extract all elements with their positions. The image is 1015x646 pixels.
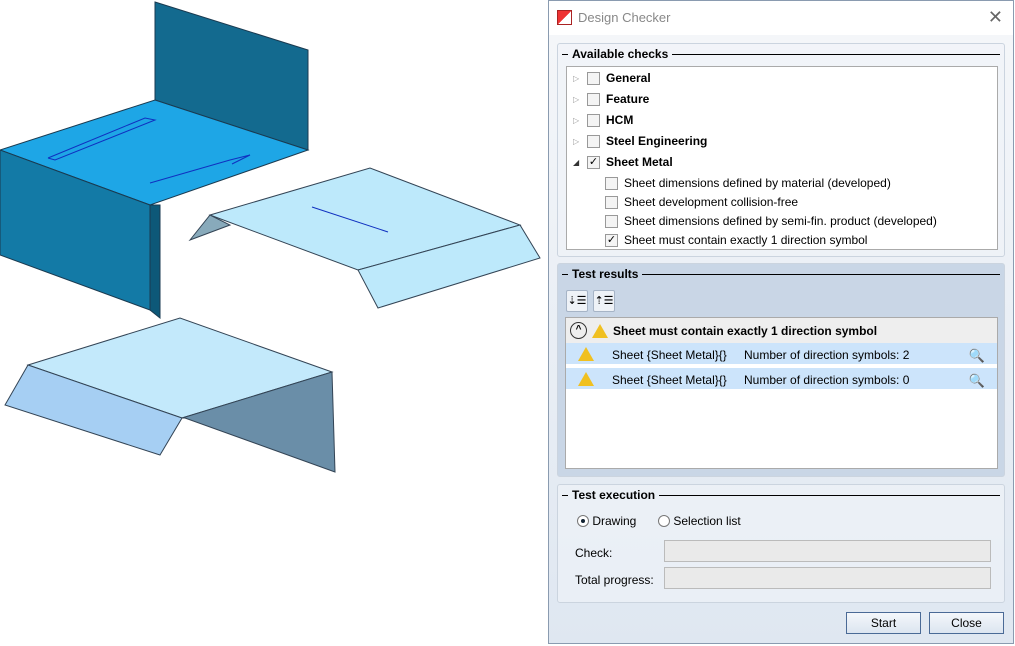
checkbox[interactable] bbox=[587, 92, 600, 106]
result-object: Sheet {Sheet Metal}{} bbox=[612, 373, 727, 387]
result-group-title: Sheet must contain exactly 1 direction s… bbox=[613, 323, 878, 338]
item-label: Sheet development collision-free bbox=[624, 195, 799, 209]
checkbox[interactable] bbox=[605, 195, 618, 209]
item-label: Feature bbox=[606, 92, 650, 106]
sheet-part-1 bbox=[0, 1, 310, 320]
sheet-part-3 bbox=[4, 317, 336, 473]
expand-icon[interactable]: ▷ bbox=[573, 137, 581, 146]
design-checker-dialog: Design Checker ✕ Available checks ▷ Gener… bbox=[548, 0, 1014, 644]
tree-subitem[interactable]: Sheet dimensions defined by material (de… bbox=[605, 173, 891, 193]
result-row[interactable]: Sheet {Sheet Metal}{} Number of directio… bbox=[566, 343, 997, 366]
total-progress-label: Total progress: bbox=[575, 573, 654, 587]
test-results-group: Test results ⇣☰ ⇡☰ ^ Sheet must contain … bbox=[557, 263, 1005, 477]
tree-subitem[interactable]: ✓ Sheet must contain exactly 1 direction … bbox=[605, 230, 867, 250]
result-row[interactable]: Sheet {Sheet Metal}{} Number of directio… bbox=[566, 368, 997, 391]
result-object: Sheet {Sheet Metal}{} bbox=[612, 348, 727, 362]
check-label: Check: bbox=[575, 546, 613, 560]
radio-label: Selection list bbox=[673, 514, 741, 528]
radio-label: Drawing bbox=[592, 514, 637, 528]
item-label: Sheet must contain exactly 1 direction s… bbox=[624, 233, 868, 247]
radio-button[interactable] bbox=[658, 515, 670, 527]
close-button[interactable]: Close bbox=[929, 612, 1004, 634]
app-logo-icon bbox=[557, 10, 572, 25]
title-bar: Design Checker ✕ bbox=[549, 1, 1013, 35]
magnifier-icon[interactable]: 🔍 bbox=[969, 348, 985, 364]
result-message: Number of direction symbols: 0 bbox=[744, 373, 910, 387]
radio-button[interactable] bbox=[577, 515, 589, 527]
checkbox[interactable] bbox=[587, 113, 600, 127]
warning-icon bbox=[578, 372, 594, 386]
tree-item-hcm[interactable]: ▷ HCM bbox=[573, 110, 633, 130]
checkbox[interactable] bbox=[605, 214, 618, 228]
expand-icon[interactable]: ▷ bbox=[573, 95, 581, 104]
total-progress-bar bbox=[664, 567, 991, 589]
3d-viewport[interactable] bbox=[0, 0, 545, 646]
result-message: Number of direction symbols: 2 bbox=[744, 348, 910, 362]
item-label: Sheet Metal bbox=[606, 155, 673, 169]
item-label: Steel Engineering bbox=[606, 134, 708, 148]
available-checks-group: Available checks ▷ General ▷ Feature ▷ HCM … bbox=[557, 43, 1005, 257]
radio-selection-list[interactable]: Selection list bbox=[658, 514, 741, 528]
result-group-header[interactable]: ^ Sheet must contain exactly 1 direction… bbox=[566, 318, 997, 343]
magnifier-icon[interactable]: 🔍 bbox=[969, 373, 985, 389]
checkbox-checked[interactable]: ✓ bbox=[605, 233, 618, 247]
results-list: ^ Sheet must contain exactly 1 direction… bbox=[565, 317, 998, 469]
item-label: Sheet dimensions defined by semi-fin. pr… bbox=[624, 214, 937, 228]
tree-subitem[interactable]: Sheet dimensions defined by semi-fin. pr… bbox=[605, 211, 937, 231]
sheet-part-2 bbox=[188, 167, 541, 309]
tree-subitem[interactable]: Sheet development collision-free bbox=[605, 192, 798, 212]
tree-item-steel-engineering[interactable]: ▷ Steel Engineering bbox=[573, 131, 707, 151]
checkbox-checked[interactable]: ✓ bbox=[587, 155, 600, 169]
tree-item-feature[interactable]: ▷ Feature bbox=[573, 89, 649, 109]
close-icon[interactable]: ✕ bbox=[988, 7, 1003, 28]
item-label: Sheet dimensions defined by material (de… bbox=[624, 176, 891, 190]
test-execution-group: Test execution Drawing Selection list Ch… bbox=[557, 484, 1005, 603]
collapse-all-button[interactable]: ⇡☰ bbox=[593, 290, 615, 312]
dialog-title: Design Checker bbox=[578, 10, 671, 25]
checkbox[interactable] bbox=[587, 134, 600, 148]
expand-all-button[interactable]: ⇣☰ bbox=[566, 290, 588, 312]
item-label: HCM bbox=[606, 113, 634, 127]
warning-icon bbox=[592, 323, 608, 338]
collapse-icon[interactable]: ◢ bbox=[573, 158, 581, 167]
group-label: Available checks bbox=[562, 47, 1000, 61]
checkbox[interactable] bbox=[605, 176, 618, 190]
radio-drawing[interactable]: Drawing bbox=[577, 514, 636, 528]
tree-item-sheet-metal[interactable]: ◢ ✓ Sheet Metal bbox=[573, 152, 673, 172]
item-label: General bbox=[606, 71, 651, 85]
group-label: Test results bbox=[562, 267, 1000, 281]
chevron-up-icon[interactable]: ^ bbox=[570, 322, 587, 339]
expand-icon[interactable]: ▷ bbox=[573, 116, 581, 125]
group-label: Test execution bbox=[562, 488, 1000, 502]
tree-item-general[interactable]: ▷ General bbox=[573, 68, 651, 88]
check-field bbox=[664, 540, 991, 562]
warning-icon bbox=[578, 347, 594, 361]
expand-icon[interactable]: ▷ bbox=[573, 74, 581, 83]
checks-tree: ▷ General ▷ Feature ▷ HCM ▷ Steel Engineerin… bbox=[566, 66, 998, 250]
checkbox[interactable] bbox=[587, 71, 600, 85]
start-button[interactable]: Start bbox=[846, 612, 921, 634]
